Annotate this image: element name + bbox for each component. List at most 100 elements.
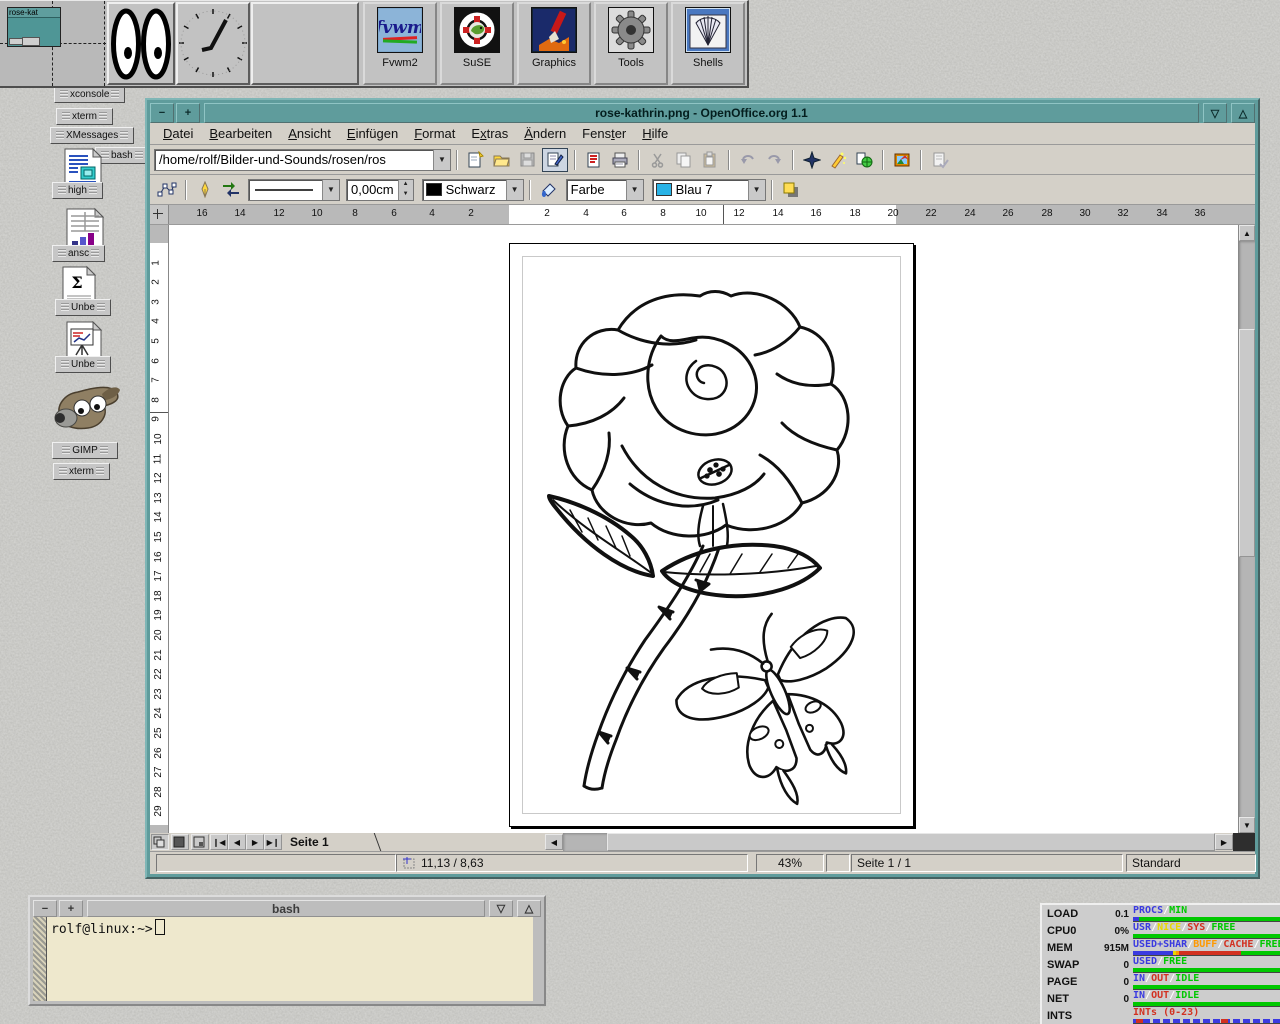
scroll-up-button[interactable]: ▲ (1239, 225, 1255, 241)
icon-bash[interactable]: bash (95, 147, 149, 164)
status-zoom-cell[interactable]: 43% (756, 854, 824, 872)
icon-xconsole[interactable]: xconsole (54, 86, 125, 103)
url-combobox[interactable]: /home/rolf/Bilder-und-Sounds/rosen/ros ▼ (154, 149, 451, 171)
window-maximize-button[interactable]: △ (1231, 103, 1255, 123)
last-page-button[interactable]: ▶❙ (264, 834, 282, 850)
area-fill-icon[interactable] (537, 179, 561, 201)
line-width-spinner[interactable]: 0,00cm ▲▼ (346, 179, 414, 201)
vertical-scrollbar[interactable]: ▲ ▼ (1238, 225, 1255, 833)
rose-drawing[interactable] (510, 244, 913, 826)
taskbar-button-fvwm2[interactable]: fvwm Fvwm2 (363, 2, 437, 85)
menu-item-ansicht[interactable]: Ansicht (281, 125, 338, 142)
line-color-select[interactable]: Schwarz ▼ (422, 179, 524, 201)
spellcheck-button[interactable] (928, 149, 952, 171)
icon-xmessages[interactable]: XMessages (50, 127, 134, 144)
menu-item-extras[interactable]: Extras (464, 125, 515, 142)
openoffice-titlebar[interactable]: − + rose-kathrin.png - OpenOffice.org 1.… (150, 103, 1255, 123)
url-input[interactable]: /home/rolf/Bilder-und-Sounds/rosen/ros (155, 152, 433, 167)
edit-points-button[interactable] (155, 179, 179, 201)
next-page-button[interactable]: ▶ (246, 834, 264, 850)
open-file-button[interactable] (490, 149, 514, 171)
menu-item-fenster[interactable]: Fenster (575, 125, 633, 142)
window-shade-button[interactable]: ▽ (489, 900, 513, 917)
icon-high[interactable]: high (52, 182, 103, 199)
taskbar-blank-button[interactable] (251, 2, 359, 85)
taskbar-buttons: fvwm Fvwm2 SuSE (362, 1, 747, 86)
shadow-button[interactable] (779, 179, 803, 201)
line-width-value[interactable]: 0,00cm (347, 180, 398, 200)
window-minimize-button[interactable]: − (150, 103, 174, 123)
window-maximize-button[interactable]: △ (517, 900, 541, 917)
vertical-scrollbar-track[interactable] (1239, 241, 1255, 817)
menu-item-datei[interactable]: Datei (156, 125, 200, 142)
drawing-view-button[interactable] (151, 834, 169, 850)
copy-button[interactable] (672, 149, 696, 171)
first-page-button[interactable]: ❙◀ (210, 834, 228, 850)
horizontal-scrollbar-track[interactable] (563, 833, 607, 851)
icon-xterm-2[interactable]: xterm (53, 463, 110, 480)
previous-page-button[interactable]: ◀ (228, 834, 246, 850)
save-button[interactable] (516, 149, 540, 171)
taskbar-button-tools[interactable]: Tools (594, 2, 668, 85)
menu-item-ndern[interactable]: Ändern (517, 125, 573, 142)
taskbar-button-suse[interactable]: SuSE (440, 2, 514, 85)
icon-gimp-wilber[interactable] (52, 378, 122, 441)
edit-file-button[interactable] (542, 148, 568, 172)
gallery-button[interactable] (890, 149, 914, 171)
vertical-ruler[interactable]: 1234567891011121314151617181920212223242… (150, 225, 169, 833)
menu-item-bearbeiten[interactable]: Bearbeiten (202, 125, 279, 142)
menu-item-format[interactable]: Format (407, 125, 462, 142)
icon-ansc[interactable]: ansc (52, 245, 105, 262)
line-color-dropdown-button[interactable]: ▼ (506, 180, 523, 200)
fill-color-select[interactable]: Blau 7 ▼ (652, 179, 766, 201)
hyperlink-button[interactable] (852, 149, 876, 171)
arrow-ends-icon[interactable] (219, 179, 243, 201)
cut-button[interactable] (646, 149, 670, 171)
terminal-scrollbar[interactable] (33, 917, 47, 1001)
page-tab-seite-1[interactable]: Seite 1 (282, 833, 372, 851)
spin-down-button[interactable]: ▼ (399, 190, 413, 200)
fill-type-dropdown-button[interactable]: ▼ (626, 180, 643, 200)
menu-item-einfgen[interactable]: Einfügen (340, 125, 405, 142)
vertical-scrollbar-thumb[interactable] (1239, 329, 1255, 557)
terminal-body[interactable]: rolf@linux:~> (33, 917, 533, 1001)
icon-unbenannt-1[interactable]: Unbe (55, 299, 111, 316)
window-stick-button[interactable]: + (176, 103, 200, 123)
drawing-canvas[interactable] (169, 225, 1238, 833)
new-document-button[interactable] (464, 149, 488, 171)
horizontal-scrollbar-thumb[interactable] (607, 833, 1215, 851)
navigator-button[interactable] (800, 149, 824, 171)
line-style-pen-icon[interactable] (193, 179, 217, 201)
taskbar-button-graphics[interactable]: Graphics (517, 2, 591, 85)
fill-type-select[interactable]: Farbe ▼ (566, 179, 644, 201)
terminal-titlebar[interactable]: − + bash ▽ △ (33, 900, 541, 917)
spin-up-button[interactable]: ▲ (399, 180, 413, 190)
url-dropdown-button[interactable]: ▼ (433, 150, 450, 170)
window-minimize-button[interactable]: − (33, 900, 57, 917)
horizontal-ruler[interactable]: 1816141210864224681012141618202224262830… (169, 205, 1255, 224)
notes-view-button[interactable] (171, 834, 189, 850)
undo-button[interactable] (736, 149, 760, 171)
fill-color-dropdown-button[interactable]: ▼ (748, 180, 765, 200)
handout-view-button[interactable] (191, 834, 209, 850)
fvwm-pager[interactable]: rose-kat (0, 1, 106, 86)
redo-button[interactable] (762, 149, 786, 171)
menu-item-hilfe[interactable]: Hilfe (635, 125, 675, 142)
window-shade-button[interactable]: ▽ (1203, 103, 1227, 123)
document-page[interactable] (509, 243, 914, 827)
icon-xterm[interactable]: xterm (56, 108, 113, 125)
export-pdf-button[interactable] (582, 149, 606, 171)
line-style-dropdown-button[interactable]: ▼ (322, 180, 339, 200)
paste-button[interactable] (698, 149, 722, 171)
print-button[interactable] (608, 149, 632, 171)
hscroll-right-button[interactable]: ▶ (1215, 834, 1233, 850)
ruler-origin-corner[interactable] (150, 205, 169, 224)
icon-gimp[interactable]: GIMP (52, 442, 118, 459)
hscroll-left-button[interactable]: ◀ (545, 834, 563, 850)
window-stick-button[interactable]: + (59, 900, 83, 917)
wizard-button[interactable] (826, 149, 850, 171)
taskbar-button-shells[interactable]: Shells (671, 2, 745, 85)
icon-unbenannt-2[interactable]: Unbe (55, 356, 111, 373)
line-style-select[interactable]: ▼ (248, 179, 340, 201)
scroll-down-button[interactable]: ▼ (1239, 817, 1255, 833)
